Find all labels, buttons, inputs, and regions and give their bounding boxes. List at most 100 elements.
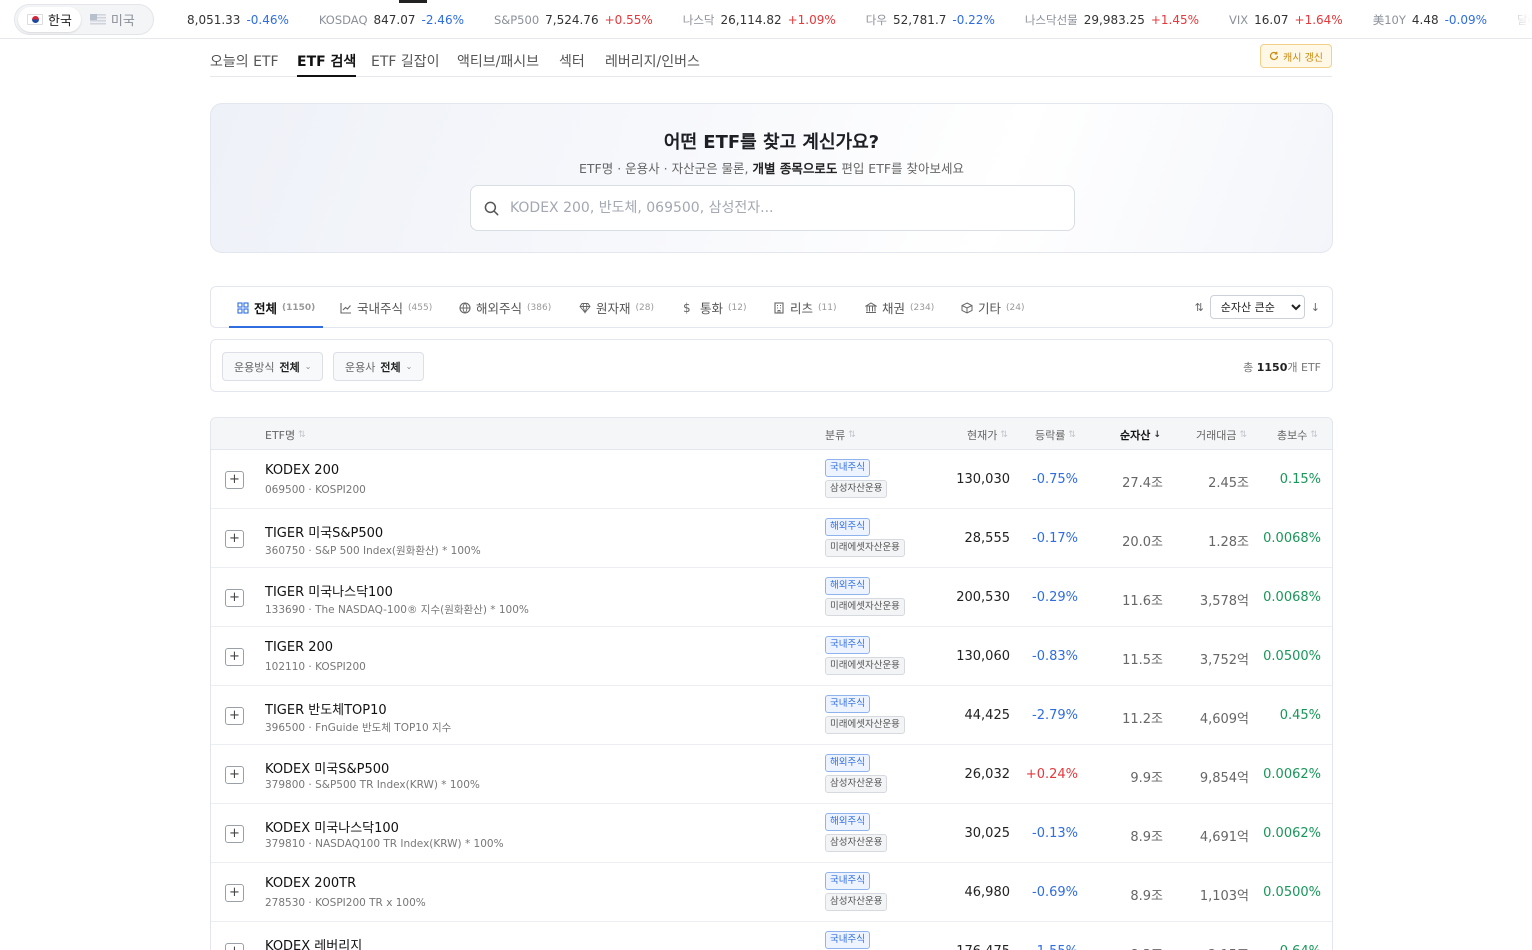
table-row[interactable]: + KODEX 미국나스닥100 379810 · NASDAQ100 TR Ind… xyxy=(211,804,1332,863)
category-tab-domestic-stock[interactable]: 국내주식 (455) xyxy=(340,287,432,328)
country-usa-label: 미국 xyxy=(110,14,135,29)
ticker-change: -0.46% xyxy=(246,12,289,27)
net-assets: 8.9조 xyxy=(1130,830,1163,845)
etf-name[interactable]: TIGER 미국나스닥100 xyxy=(265,581,393,600)
ticker-change: -0.22% xyxy=(952,12,995,27)
expand-row-button[interactable]: + xyxy=(225,707,244,725)
cache-refresh-button[interactable]: 캐시 갱신 xyxy=(1260,44,1332,68)
etf-name[interactable]: KODEX 200 xyxy=(265,463,339,478)
expand-row-button[interactable]: + xyxy=(225,589,244,607)
etf-name[interactable]: KODEX 레버리지 xyxy=(265,935,362,950)
expand-row-button[interactable]: + xyxy=(225,884,244,902)
filter-management-method[interactable]: 운용방식 전체 ⌄ xyxy=(222,352,324,381)
table-row[interactable]: + TIGER 반도체TOP10 396500 · FnGuide 반도체 TOP1… xyxy=(211,686,1332,745)
country-usa-button[interactable]: 미국 xyxy=(81,7,144,32)
expand-row-button[interactable]: + xyxy=(225,943,244,950)
column-header-aum[interactable]: 순자산 ↓ xyxy=(1120,427,1161,443)
etf-name[interactable]: KODEX 미국나스닥100 xyxy=(265,817,399,836)
etf-code-index: 396500 · FnGuide 반도체 TOP10 지수 xyxy=(265,722,452,734)
expand-row-button[interactable]: + xyxy=(225,648,244,666)
etf-search-input[interactable] xyxy=(510,186,1060,230)
table-row[interactable]: + KODEX 200 069500 · KOSPI200 국내주식 삼성자산운용 130… xyxy=(211,450,1332,509)
ticker-item[interactable]: 8,051.33 -0.46% xyxy=(181,13,289,27)
ticker-name: 나스닥 xyxy=(682,12,715,27)
etf-name[interactable]: TIGER 미국S&P500 xyxy=(265,522,383,541)
table-row[interactable]: + KODEX 레버리지 국내주식 176,475 -1.55% 8.3조 2.15조 0.6… xyxy=(211,922,1332,950)
ticker-item[interactable]: 美10Y 4.48 -0.09% xyxy=(1373,12,1487,28)
ticker-change: -2.46% xyxy=(421,12,464,27)
ticker-item[interactable]: 나스닥 26,114.82 +1.09% xyxy=(683,12,836,28)
ticker-item[interactable]: 나스닥선물 29,983.25 +1.45% xyxy=(1025,12,1199,28)
category-label: 해외주식 xyxy=(476,301,523,316)
bank-icon xyxy=(865,301,877,313)
category-label: 원자재 xyxy=(596,301,631,316)
ticker-value: 7,524.76 xyxy=(545,12,599,27)
category-tab-bond[interactable]: 채권 (234) xyxy=(865,287,934,328)
tab-active-passive[interactable]: 액티브/패시브 xyxy=(457,51,539,77)
table-row[interactable]: + TIGER 미국나스닥100 133690 · The NASDAQ-100® … xyxy=(211,568,1332,627)
sort-select[interactable]: 순자산 큰순 xyxy=(1209,295,1305,319)
sort-icon: ⇅ xyxy=(1000,430,1008,440)
country-korea-button[interactable]: 한국 xyxy=(18,7,81,32)
hero-subtitle-b: 편입 ETF를 찾아보세요 xyxy=(837,161,964,176)
ticker-fade xyxy=(1492,0,1532,38)
category-tab-foreign-stock[interactable]: 해외주식 (386) xyxy=(459,287,551,328)
arrow-down-icon: ↓ xyxy=(1153,430,1161,440)
category-label: 기타 xyxy=(978,301,1002,316)
change-rate: -1.55% xyxy=(1032,944,1078,950)
sort-toggle-icon[interactable]: ⇅ xyxy=(1195,301,1204,314)
column-header-name[interactable]: ETF명 ⇅ xyxy=(265,427,306,443)
manager-badge: 삼성자산운용 xyxy=(825,775,888,793)
hero-title: 어떤 ETF를 찾고 계신가요? xyxy=(663,132,880,153)
ticker-item[interactable]: KOSDAQ 847.07 -2.46% xyxy=(319,13,464,27)
column-header-change[interactable]: 등락률 ⇅ xyxy=(1035,427,1076,443)
column-label: 총보수 xyxy=(1277,429,1308,442)
tab-etf-guide[interactable]: ETF 길잡이 xyxy=(371,51,440,77)
tab-etf-search[interactable]: ETF 검색 xyxy=(297,51,357,77)
expand-row-button[interactable]: + xyxy=(225,766,244,784)
column-header-fee[interactable]: 총보수 ⇅ xyxy=(1277,427,1318,443)
ticker-name: KOSDAQ xyxy=(318,12,368,27)
category-tab-all[interactable]: 전체 (1150) xyxy=(228,287,324,328)
table-row[interactable]: + TIGER 200 102110 · KOSPI200 국내주식 미래에셋자산운용 1… xyxy=(211,627,1332,686)
total-fee: 0.0500% xyxy=(1263,885,1321,900)
category-tab-etc[interactable]: 기타 (24) xyxy=(961,287,1025,328)
column-header-price[interactable]: 현재가 ⇅ xyxy=(967,427,1008,443)
category-tab-currency[interactable]: $ 통화 (12) xyxy=(683,287,747,328)
etf-name[interactable]: KODEX 미국S&P500 xyxy=(265,758,389,777)
total-suffix: 개 ETF xyxy=(1287,361,1321,374)
net-assets: 9.9조 xyxy=(1130,771,1163,786)
tab-sector[interactable]: 섹터 xyxy=(559,51,585,77)
category-tab-commodity[interactable]: 원자재 (28) xyxy=(579,287,654,328)
manager-badge: 삼성자산운용 xyxy=(825,480,888,498)
net-assets: 11.2조 xyxy=(1122,712,1163,727)
etf-name[interactable]: TIGER 200 xyxy=(265,640,333,655)
category-badge: 국내주식 xyxy=(825,459,870,477)
tab-leverage-inverse[interactable]: 레버리지/인버스 xyxy=(605,51,700,77)
ticker-item[interactable]: 다우 52,781.7 -0.22% xyxy=(866,12,995,28)
ticker-item[interactable]: VIX 16.07 +1.64% xyxy=(1229,13,1343,27)
filter-asset-manager[interactable]: 운용사 전체 ⌄ xyxy=(333,352,425,381)
tab-today-etf[interactable]: 오늘의 ETF xyxy=(210,51,279,77)
total-count: 총 1150개 ETF xyxy=(1243,359,1321,375)
sort-icon: ⇅ xyxy=(1068,430,1076,440)
expand-row-button[interactable]: + xyxy=(225,825,244,843)
column-header-volume[interactable]: 거래대금 ⇅ xyxy=(1196,427,1247,443)
etf-name[interactable]: KODEX 200TR xyxy=(265,876,356,891)
sort-direction-icon[interactable]: ↓ xyxy=(1311,301,1320,314)
country-korea-label: 한국 xyxy=(48,14,72,29)
table-row[interactable]: + KODEX 200TR 278530 · KOSPI200 TR x 100% 국… xyxy=(211,863,1332,922)
table-row[interactable]: + KODEX 미국S&P500 379800 · S&P500 TR Index(… xyxy=(211,745,1332,804)
column-header-category[interactable]: 분류 ⇅ xyxy=(825,427,856,443)
grid-icon xyxy=(237,301,249,314)
dollar-icon: $ xyxy=(683,300,691,315)
current-price: 30,025 xyxy=(964,826,1011,841)
table-row[interactable]: + TIGER 미국S&P500 360750 · S&P 500 Index(원화… xyxy=(211,509,1332,568)
ticker-item[interactable]: S&P500 7,524.76 +0.55% xyxy=(494,13,653,27)
expand-row-button[interactable]: + xyxy=(225,530,244,548)
category-tab-reits[interactable]: 리츠 (11) xyxy=(773,287,837,328)
etf-name[interactable]: TIGER 반도체TOP10 xyxy=(265,699,387,718)
category-badge: 국내주식 xyxy=(825,695,870,713)
current-price: 200,530 xyxy=(956,590,1010,605)
expand-row-button[interactable]: + xyxy=(225,471,244,489)
